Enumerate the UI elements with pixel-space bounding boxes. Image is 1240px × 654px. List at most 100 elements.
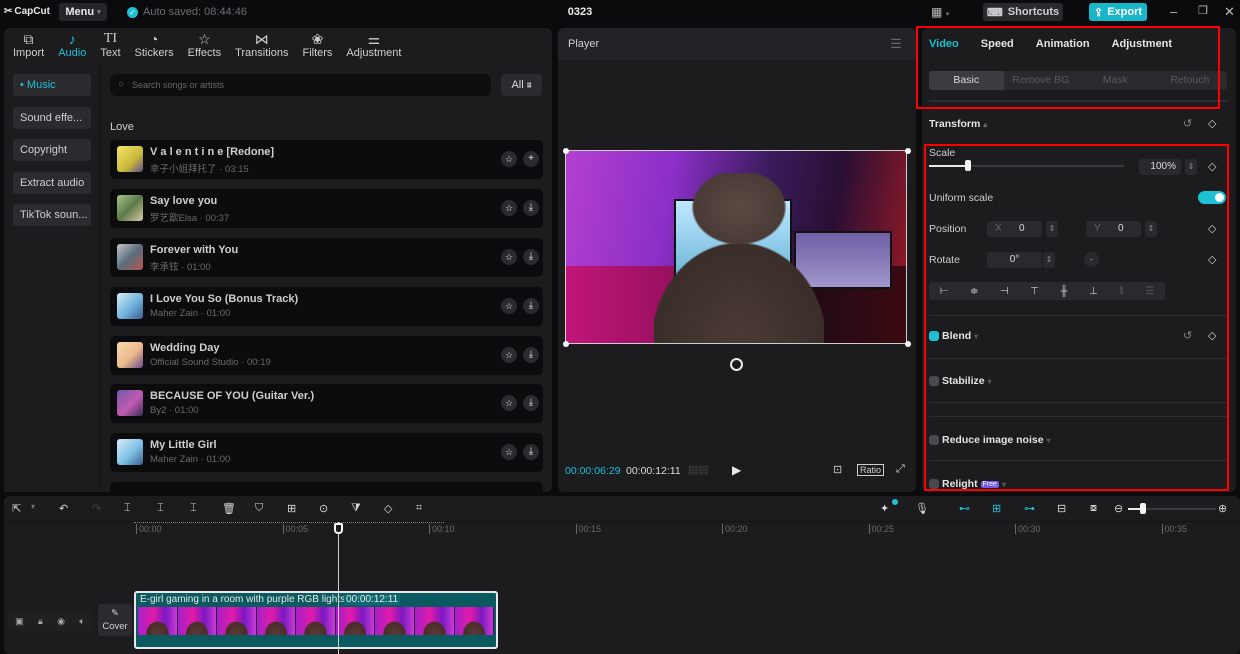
reverse-icon[interactable]: ⊙ [319, 502, 328, 515]
song-thumbnail [117, 342, 143, 368]
download-icon[interactable]: ⤓ [523, 395, 539, 411]
filter-button[interactable]: All ⩩ [501, 74, 542, 96]
tab-transitions[interactable]: ⋈ Transitions [228, 28, 295, 62]
freeze-icon[interactable]: ⊞ [287, 502, 296, 515]
reset-icon[interactable]: ↺ [1183, 117, 1192, 130]
crop-icon[interactable]: ⌗ [416, 502, 422, 515]
zoom-in-icon[interactable]: ⊕ [1218, 502, 1227, 515]
chevron-down-icon[interactable]: ▾ [31, 502, 35, 511]
clip-frame [454, 607, 495, 635]
favorite-star-icon[interactable]: ☆ [501, 151, 517, 167]
favorite-star-icon[interactable]: ☆ [501, 298, 517, 314]
favorite-star-icon[interactable]: ☆ [501, 444, 517, 460]
time-ruler[interactable]: 00:00 00:05 00:10 00:15 00:20 00:25 00:30 00:35 [134, 524, 1240, 538]
minimize-button[interactable]: – [1170, 4, 1177, 19]
cover-button[interactable]: ✎ Cover [98, 604, 132, 636]
lock-icon[interactable]: 🔒︎ [38, 616, 43, 627]
hamburger-menu-icon[interactable]: ☰ [890, 36, 902, 52]
export-button[interactable]: ⇪ Export [1089, 3, 1147, 21]
download-icon[interactable]: ⤓ [523, 444, 539, 460]
download-icon[interactable]: ⤓ [523, 298, 539, 314]
effects-icon: ☆ [198, 31, 211, 47]
mirror-icon[interactable]: ⧩ [351, 502, 361, 515]
redo-icon[interactable]: ↷ [92, 502, 101, 515]
rotate-handle-icon[interactable] [730, 358, 743, 371]
linkage-icon[interactable]: ⊶ [1024, 502, 1035, 515]
playhead[interactable] [338, 522, 339, 654]
download-icon[interactable]: ⤓ [523, 249, 539, 265]
download-icon[interactable]: ⤓ [523, 200, 539, 216]
favorite-star-icon[interactable]: ☆ [501, 200, 517, 216]
resize-handle[interactable] [905, 341, 911, 347]
resize-handle[interactable] [563, 148, 569, 154]
auto-snap-icon[interactable]: ⊞ [992, 502, 1001, 515]
split-left-icon[interactable]: ⌶ [157, 502, 164, 515]
split-icon[interactable]: ⌶ [124, 502, 131, 515]
tab-import[interactable]: ⧉ Import [6, 28, 51, 62]
resize-handle[interactable] [905, 148, 911, 154]
tab-filters[interactable]: ❀ Filters [295, 28, 339, 62]
undo-icon[interactable]: ↶ [59, 502, 68, 515]
sidebar-item-tiktok-sounds[interactable]: TikTok soun... [13, 204, 91, 226]
thumbnail-toggle-icon[interactable]: ⧇ [1090, 502, 1097, 515]
transform-section-header[interactable]: Transform ▴ [929, 118, 987, 130]
tab-audio[interactable]: ♪ Audio [51, 28, 93, 62]
song-item[interactable]: BECAUSE OF YOU (Guitar Ver.) By2 · 01:00… [110, 384, 543, 423]
split-right-icon[interactable]: ⌶ [190, 502, 197, 515]
tab-adjustment[interactable]: ⚌ Adjustment [339, 28, 408, 62]
search-input[interactable]: ○ Search songs or artists [110, 74, 491, 96]
preview-axis-icon[interactable]: ⊟ [1057, 502, 1066, 515]
track-preview-icon[interactable]: ▣ [15, 616, 24, 627]
ai-effects-icon[interactable]: ✦ [880, 502, 889, 515]
eye-icon[interactable]: ◉ [57, 616, 65, 627]
sidebar-item-copyright[interactable]: Copyright [13, 139, 91, 161]
shortcuts-button[interactable]: ⌨ Shortcuts [983, 3, 1063, 21]
main-track-magnet-icon[interactable]: ⊷ [959, 502, 970, 515]
keyframe-icon[interactable]: ◇ [1208, 117, 1216, 130]
favorite-star-icon[interactable]: ☆ [501, 347, 517, 363]
sidebar-item-sound-effects[interactable]: Sound effe... [13, 107, 91, 129]
song-item[interactable]: V a l e n t i n e [Redone] 幸子小姐拜托了 · 03:… [110, 140, 543, 179]
play-button[interactable]: ▶ [732, 463, 741, 477]
song-item[interactable] [110, 482, 543, 492]
song-item[interactable]: My Little Girl Maher Zain · 01:00 ☆ ⤓ [110, 433, 543, 472]
song-item[interactable]: Say love you 罗艺歆Elsa · 00:37 ☆ ⤓ [110, 189, 543, 228]
fullscreen-icon[interactable]: ⤢ [896, 463, 905, 476]
song-item[interactable]: Wedding Day Official Sound Studio · 00:1… [110, 336, 543, 375]
volume-icon[interactable]: 🔈︎ [79, 616, 84, 627]
close-button[interactable]: ✕ [1224, 4, 1235, 20]
highlight-box [916, 26, 1220, 109]
video-preview[interactable] [565, 150, 907, 344]
favorite-star-icon[interactable]: ☆ [501, 395, 517, 411]
zoom-fit-icon[interactable]: ⊡ [833, 463, 842, 476]
delete-icon[interactable]: 🗑 [222, 502, 236, 515]
ratio-button[interactable]: Ratio [857, 464, 885, 476]
menu-button[interactable]: Menu ▾ [59, 3, 107, 21]
video-clip[interactable]: E-girl gaming in a room with purple RGB … [134, 591, 498, 649]
layout-button[interactable]: ▦ ▾ [931, 5, 949, 19]
person-silhouette [654, 173, 824, 343]
playhead-handle[interactable] [334, 523, 343, 534]
song-item[interactable]: I Love You So (Bonus Track) Maher Zain ·… [110, 287, 543, 326]
ruler-tick-label: 00:05 [282, 524, 308, 534]
sidebar-item-extract-audio[interactable]: Extract audio [13, 172, 91, 194]
zoom-out-icon[interactable]: ⊖ [1114, 502, 1123, 515]
restore-button[interactable]: ❐ [1198, 4, 1208, 17]
tab-stickers[interactable]: ◔ Stickers [128, 28, 181, 62]
favorite-star-icon[interactable]: ☆ [501, 249, 517, 265]
resize-handle[interactable] [563, 341, 569, 347]
tab-text[interactable]: TI Text [93, 28, 127, 62]
song-item[interactable]: Forever with You 李承铉 · 01:00 ☆ ⤓ [110, 238, 543, 277]
timeline-zoom-thumb[interactable] [1140, 503, 1146, 514]
sidebar-item-music[interactable]: • Music [13, 74, 91, 96]
add-plus-icon[interactable]: + [523, 151, 539, 167]
rotate-icon[interactable]: ◇ [384, 502, 392, 515]
download-icon[interactable]: ⤓ [523, 347, 539, 363]
waveform-icon[interactable]: ▤▤ [688, 463, 709, 476]
song-thumbnail [117, 244, 143, 270]
highlight-box [924, 144, 1229, 491]
microphone-icon[interactable]: 🎙 [915, 502, 929, 515]
select-cursor-icon[interactable]: ⇱ [12, 502, 21, 515]
tab-effects[interactable]: ☆ Effects [181, 28, 228, 62]
marker-icon[interactable]: ⛉ [255, 502, 263, 515]
